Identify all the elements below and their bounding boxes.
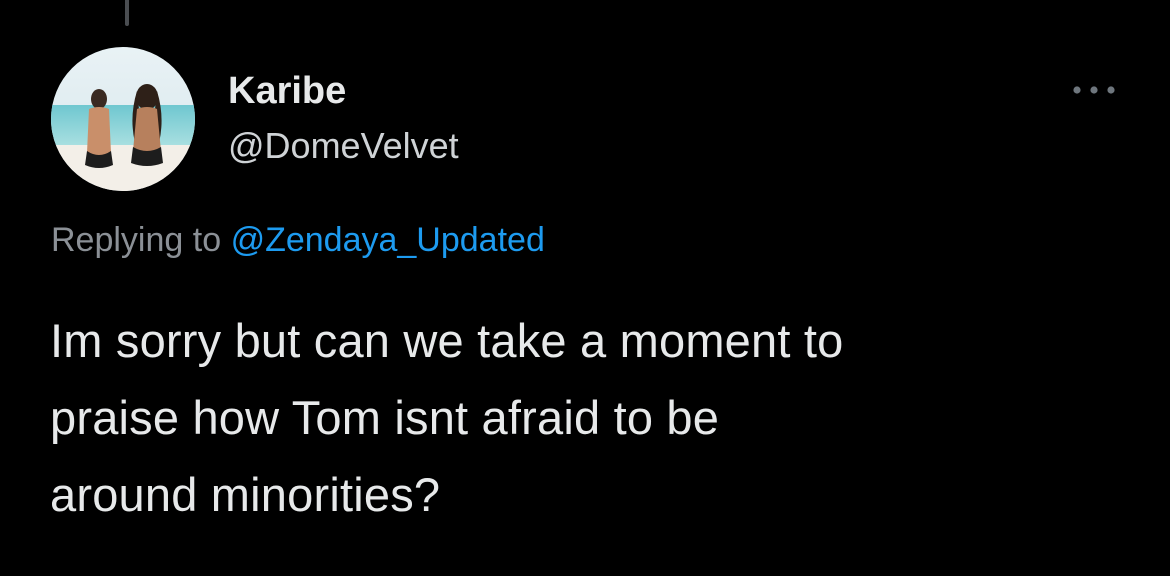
author-handle[interactable]: @DomeVelvet bbox=[228, 128, 459, 164]
more-dots-icon bbox=[1073, 86, 1115, 94]
more-options-button[interactable] bbox=[1064, 76, 1124, 104]
thread-connector-line bbox=[125, 0, 129, 26]
avatar[interactable] bbox=[51, 47, 195, 191]
replying-to-label: Replying to bbox=[51, 221, 222, 259]
tweet-text-line: Im sorry but can we take a moment to bbox=[50, 314, 844, 367]
tweet-text: Im sorry but can we take a moment to pra… bbox=[50, 302, 1140, 533]
author-display-name[interactable]: Karibe bbox=[228, 72, 346, 110]
tweet-text-line: around minorities? bbox=[50, 468, 441, 521]
replying-to-line: Replying to @Zendaya_Updated bbox=[51, 221, 545, 259]
tweet-text-line: praise how Tom isnt afraid to be bbox=[50, 391, 720, 444]
reply-mention-link[interactable]: @Zendaya_Updated bbox=[231, 221, 545, 259]
